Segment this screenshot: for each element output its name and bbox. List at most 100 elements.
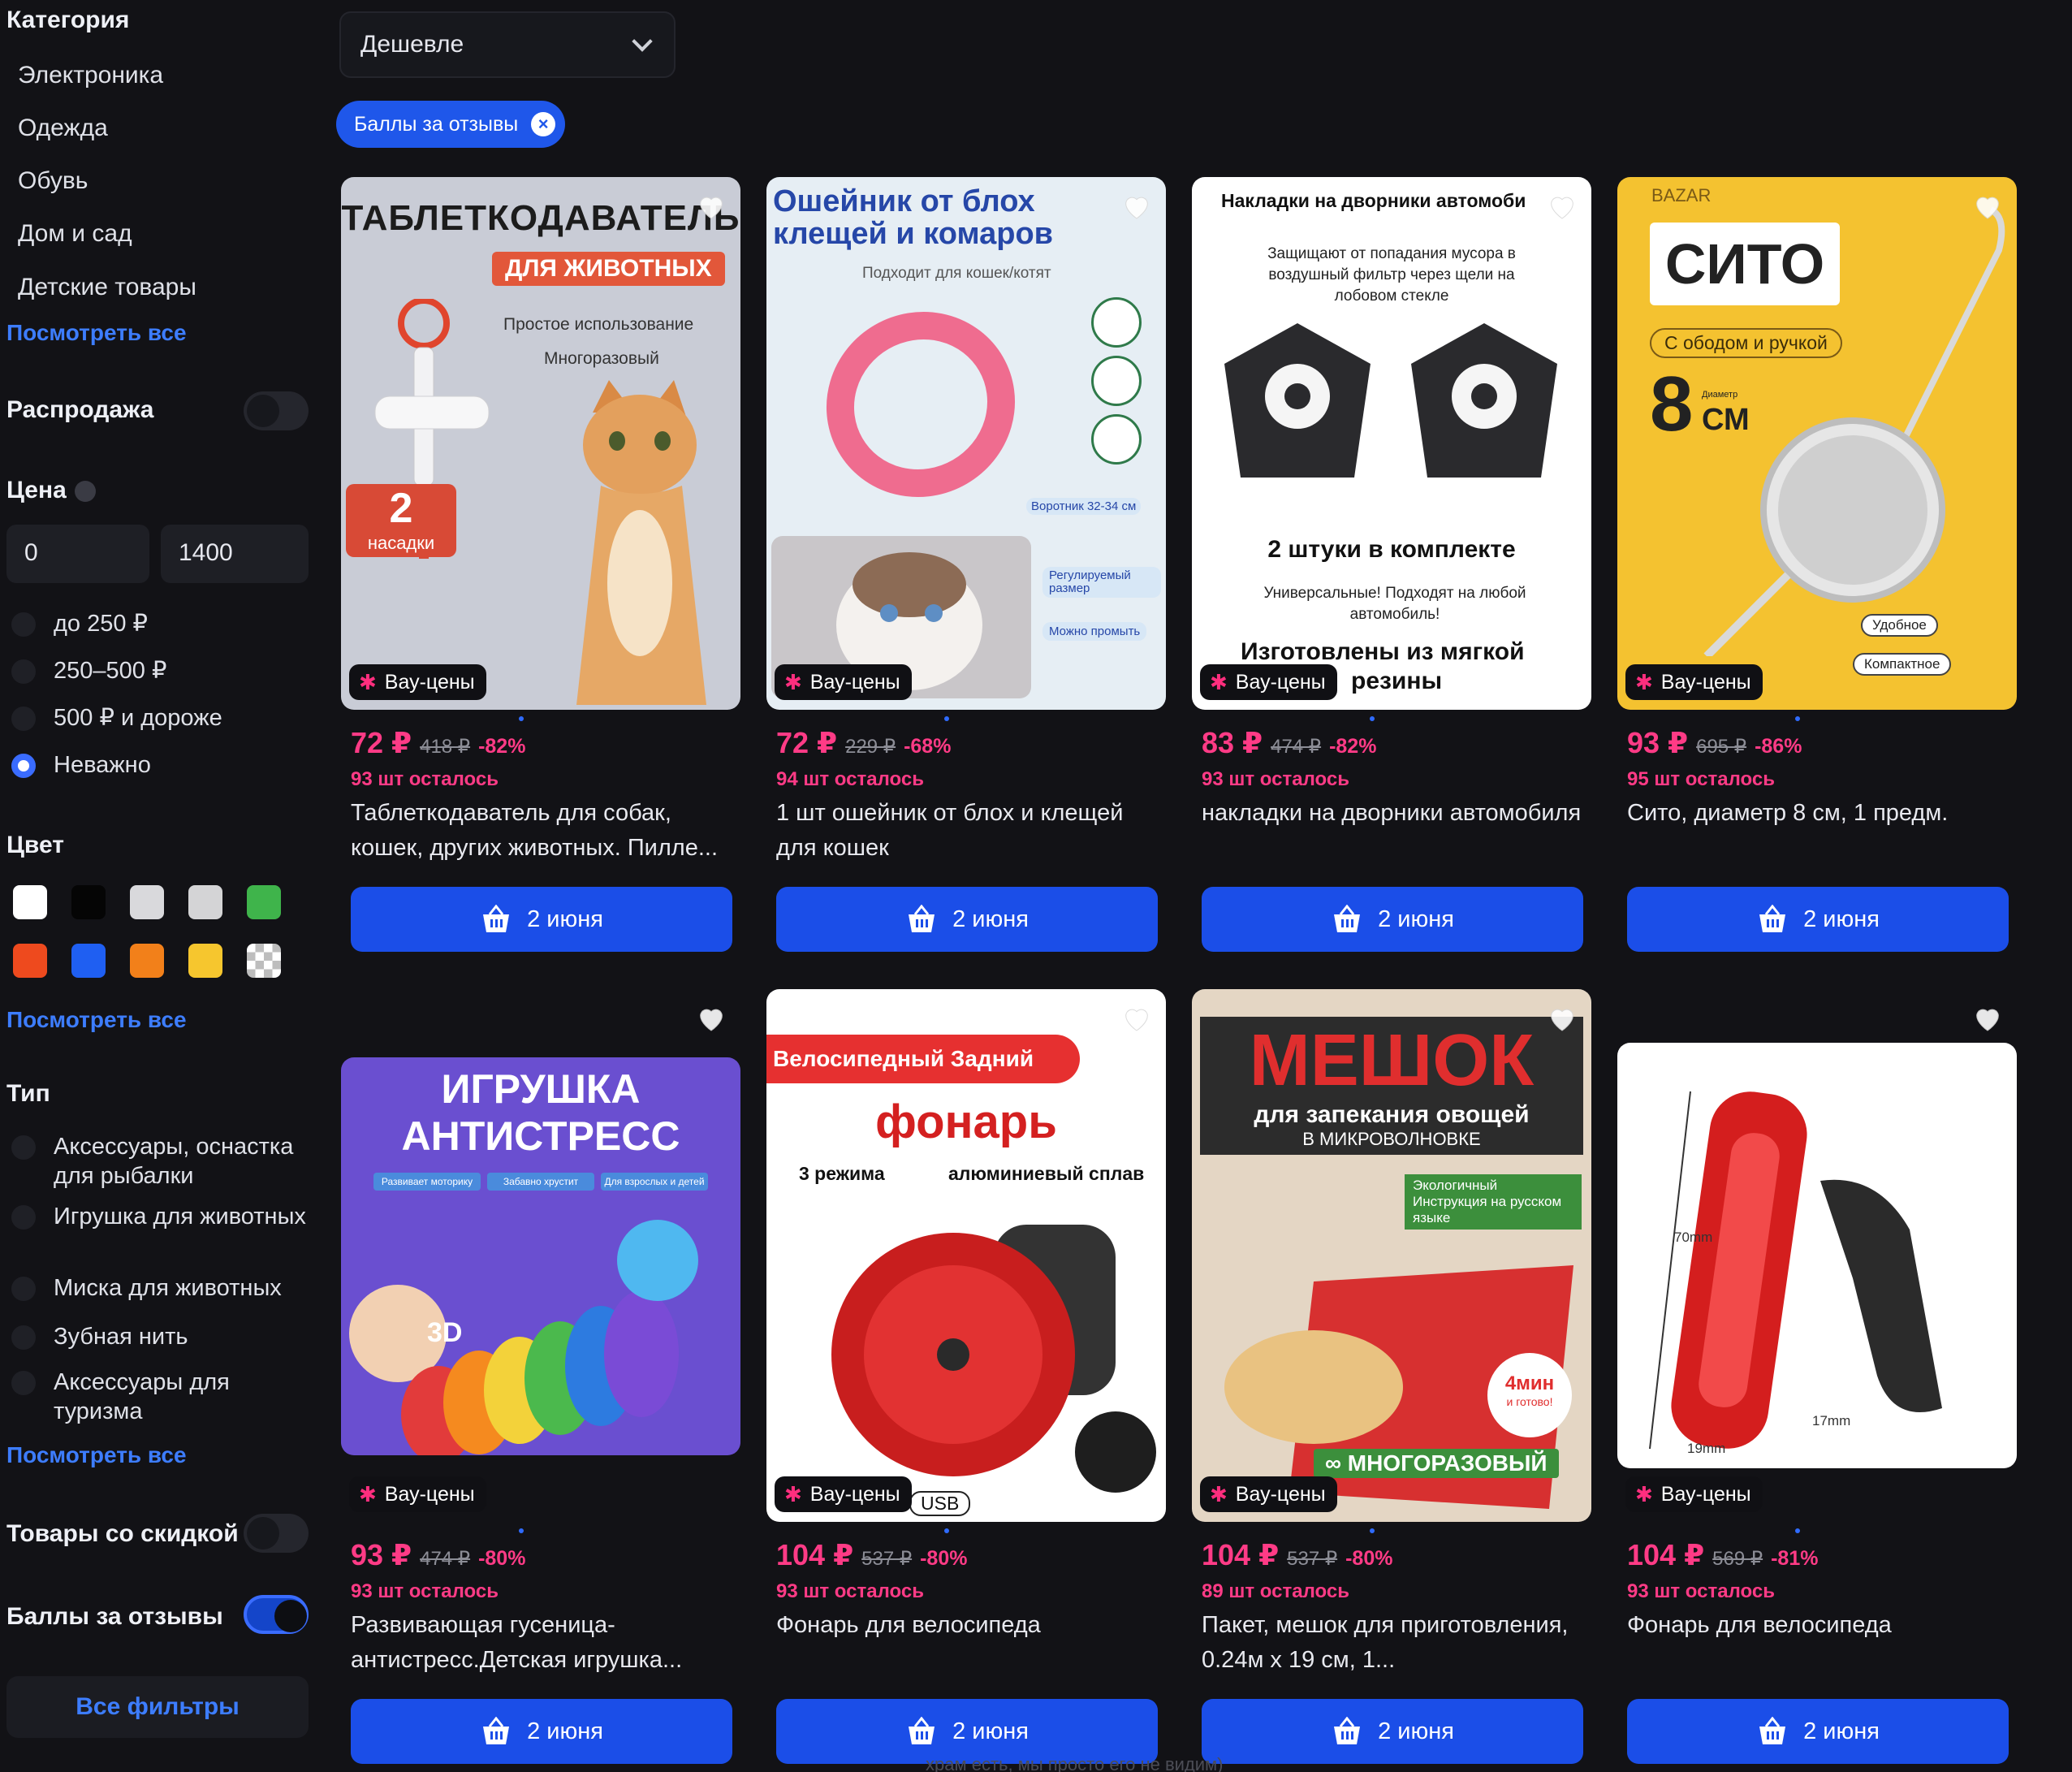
types-see-all-link[interactable]: Посмотреть все <box>6 1442 187 1468</box>
price-option-under-250[interactable]: до 250 ₽ <box>11 609 148 638</box>
type-option-pet-bowl[interactable]: Миска для животных <box>11 1273 282 1303</box>
sort-select[interactable]: Дешевле <box>339 11 676 78</box>
product-image[interactable]: Велосипедный Задний фонарь 3 режима алюм… <box>766 989 1166 1522</box>
category-kids[interactable]: Детские товары <box>18 274 196 301</box>
radio-icon <box>11 707 36 731</box>
price-option-250-500[interactable]: 250–500 ₽ <box>11 656 166 685</box>
add-to-cart-button[interactable]: 2 июня <box>1627 887 2009 952</box>
old-price: 537 ₽ <box>861 1548 913 1570</box>
color-swatch[interactable] <box>13 944 47 978</box>
caterpillar-toy-illustration <box>349 1220 698 1455</box>
sale-toggle[interactable] <box>244 391 309 430</box>
basket-icon <box>483 905 510 932</box>
colors-see-all-link[interactable]: Посмотреть все <box>6 1007 187 1033</box>
image-bullet: Многоразовый <box>544 349 659 368</box>
heart-icon[interactable] <box>695 1002 727 1035</box>
product-image[interactable]: ТАБЛЕТКОДАВАТЕЛЬ ДЛЯ ЖИВОТНЫХ Простое ис… <box>341 177 740 710</box>
checkbox-icon <box>11 1325 36 1350</box>
price-to-input[interactable]: 1400 <box>161 525 309 583</box>
price-option-500-plus[interactable]: 500 ₽ и дороже <box>11 703 222 733</box>
discount-toggle[interactable] <box>244 1514 309 1553</box>
category-clothing[interactable]: Одежда <box>18 115 108 142</box>
stock-left: 89 шт осталось <box>1202 1580 1349 1602</box>
heart-icon[interactable] <box>695 190 727 223</box>
color-swatch[interactable] <box>71 944 106 978</box>
product-title[interactable]: Фонарь для велосипеда <box>776 1608 1158 1643</box>
heart-icon[interactable] <box>1971 190 2004 223</box>
add-to-cart-button[interactable]: 2 июня <box>351 887 732 952</box>
product-title[interactable]: Развивающая гусеница-антистресс.Детская … <box>351 1608 732 1678</box>
checkbox-icon <box>11 1277 36 1301</box>
product-title[interactable]: Фонарь для велосипеда <box>1627 1608 2009 1643</box>
product-image[interactable]: Накладки на дворники автомоби Защищают о… <box>1192 177 1591 710</box>
discount-percent: -80% <box>920 1547 968 1570</box>
radio-icon <box>11 612 36 637</box>
product-card[interactable]: ИГРУШКА АНТИСТРЕСС Развивает моторику Заб… <box>341 989 740 1772</box>
type-option-tourism[interactable]: Аксессуары для туризма <box>11 1368 313 1426</box>
category-home-garden[interactable]: Дом и сад <box>18 220 132 248</box>
add-to-cart-button[interactable]: 2 июня <box>351 1699 732 1764</box>
category-electronics[interactable]: Электроника <box>18 62 163 89</box>
price-from-input[interactable]: 0 <box>6 525 149 583</box>
product-card[interactable]: BAZAR СИТО С ободом и ручкой 8 Диаметр С… <box>1617 177 2017 965</box>
color-swatch[interactable] <box>188 944 222 978</box>
heart-icon[interactable] <box>1971 1002 2004 1035</box>
delivery-date: 2 июня <box>527 1718 603 1744</box>
color-swatch[interactable] <box>247 885 281 919</box>
color-swatch[interactable] <box>13 885 47 919</box>
price-row: 72 ₽ 418 ₽ -82% <box>351 726 525 760</box>
heart-icon[interactable] <box>1546 190 1578 223</box>
type-option-fishing[interactable]: Аксессуары, оснастка для рыбалки <box>11 1132 313 1191</box>
product-image[interactable]: Ошейник от блох клещей и комаров Подходит… <box>766 177 1166 710</box>
category-shoes[interactable]: Обувь <box>18 167 88 195</box>
wiper-covers-illustration <box>1224 323 1557 478</box>
bike-light-illustration <box>1649 1091 1942 1450</box>
active-filter-chip[interactable]: Баллы за отзывы × <box>336 101 566 148</box>
color-swatch[interactable] <box>247 944 281 978</box>
product-card[interactable]: МЕШОК для запекания овощей В МИКРОВОЛНОВ… <box>1192 989 1591 1772</box>
heart-icon[interactable] <box>1120 1002 1153 1035</box>
product-image[interactable]: ИГРУШКА АНТИСТРЕСС Развивает моторику Заб… <box>341 1057 740 1455</box>
product-title[interactable]: накладки на дворники автомобиля <box>1202 796 1583 831</box>
all-filters-button[interactable]: Все фильтры <box>6 1676 309 1738</box>
product-title[interactable]: Таблеткодаватель для собак, кошек, други… <box>351 796 732 866</box>
color-swatch[interactable] <box>130 885 164 919</box>
product-card[interactable]: ТАБЛЕТКОДАВАТЕЛЬ ДЛЯ ЖИВОТНЫХ Простое ис… <box>341 177 740 965</box>
basket-icon <box>1334 905 1361 932</box>
price-row: 93 ₽ 695 ₽ -86% <box>1627 726 1802 760</box>
color-swatch[interactable] <box>130 944 164 978</box>
stock-left: 95 шт осталось <box>1627 768 1775 790</box>
product-title[interactable]: Сито, диаметр 8 см, 1 предм. <box>1627 796 2009 831</box>
add-to-cart-button[interactable]: 2 июня <box>1202 887 1583 952</box>
type-option-pet-toy[interactable]: Игрушка для животных <box>11 1202 313 1231</box>
color-swatch[interactable] <box>188 885 222 919</box>
heart-icon[interactable] <box>1546 1002 1578 1035</box>
close-icon[interactable]: × <box>531 112 556 136</box>
product-card[interactable]: Велосипедный Задний фонарь 3 режима алюм… <box>766 989 1166 1772</box>
heart-icon[interactable] <box>1120 190 1153 223</box>
product-card[interactable]: Ошейник от блох клещей и комаров Подходит… <box>766 177 1166 965</box>
review-points-toggle[interactable] <box>244 1595 309 1634</box>
type-option-dental-floss[interactable]: Зубная нить <box>11 1322 188 1351</box>
wow-price-badge: ✱ Вау-цены <box>775 1476 912 1512</box>
product-image[interactable]: МЕШОК для запекания овощей В МИКРОВОЛНОВ… <box>1192 989 1591 1522</box>
price-option-any[interactable]: Неважно <box>11 750 151 780</box>
add-to-cart-button[interactable]: 2 июня <box>1627 1699 2009 1764</box>
add-to-cart-button[interactable]: 2 июня <box>776 887 1158 952</box>
product-title[interactable]: Пакет, мешок для приготовления, 0.24м x … <box>1202 1608 1583 1678</box>
image-title: Велосипедный Задний <box>766 1035 1080 1083</box>
wow-price-badge: ✱ Вау-цены <box>1200 664 1337 700</box>
info-icon[interactable] <box>75 481 96 502</box>
add-to-cart-button[interactable]: 2 июня <box>1202 1699 1583 1764</box>
product-card[interactable]: Накладки на дворники автомоби Защищают о… <box>1192 177 1591 965</box>
radio-selected-icon <box>11 754 36 778</box>
product-image[interactable]: BAZAR СИТО С ободом и ручкой 8 Диаметр С… <box>1617 177 2017 710</box>
product-card[interactable]: 70mm 17mm 19mm ✱ Вау-цены 104 ₽ 569 ₽ -81… <box>1617 989 2017 1772</box>
color-swatch[interactable] <box>71 885 106 919</box>
image-title: Накладки на дворники автомоби <box>1221 190 1526 211</box>
categories-see-all-link[interactable]: Посмотреть все <box>6 320 187 346</box>
image-pager-dot <box>519 716 524 721</box>
product-title[interactable]: 1 шт ошейник от блох и клещей для кошек <box>776 796 1158 866</box>
checkbox-icon <box>11 1135 36 1160</box>
product-image[interactable]: 70mm 17mm 19mm <box>1617 1043 2017 1468</box>
